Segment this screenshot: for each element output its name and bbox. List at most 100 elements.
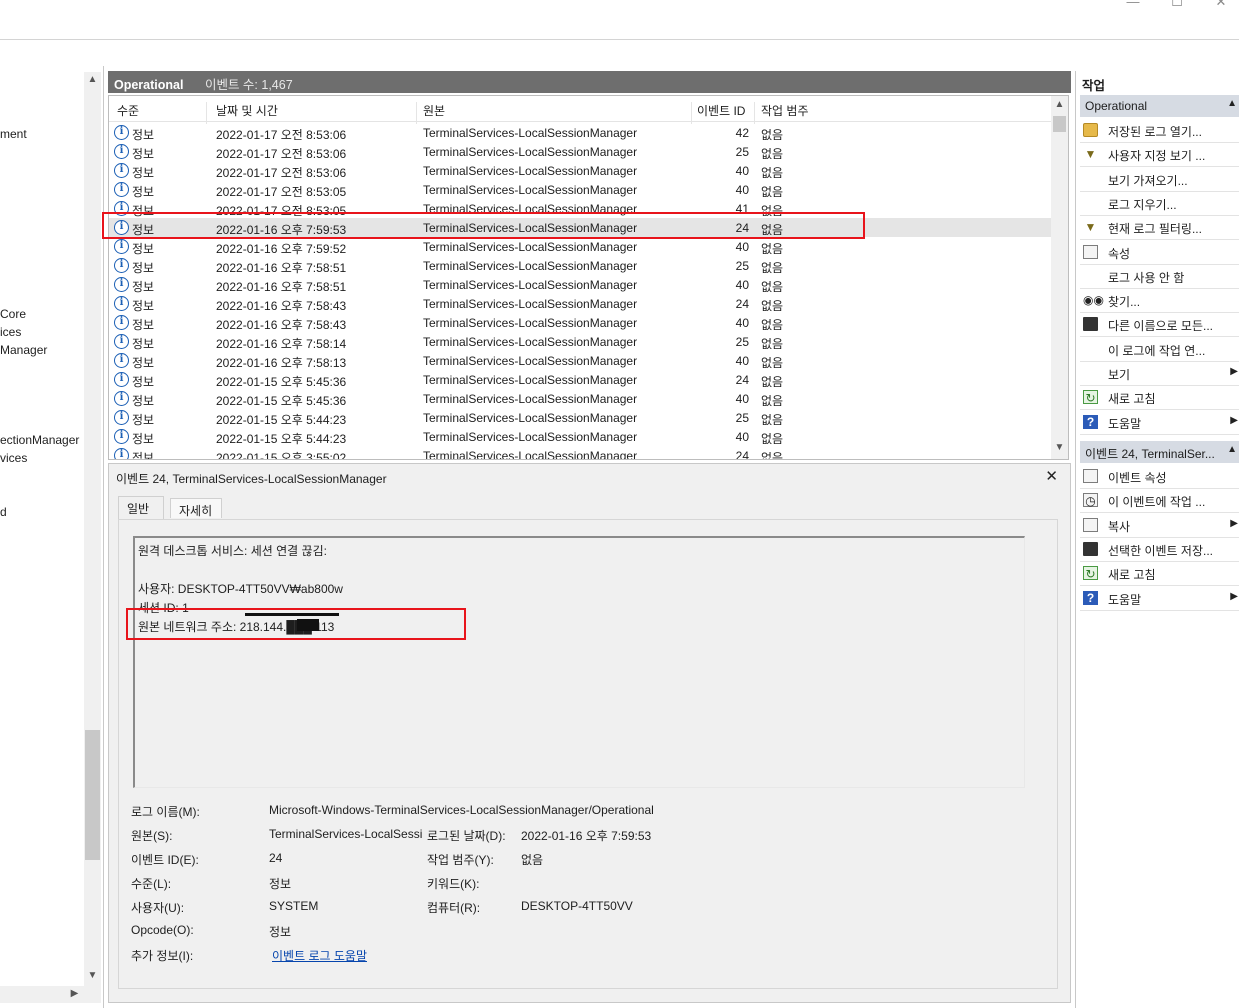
cell-source: TerminalServices-LocalSessionManager [423,259,638,273]
table-row[interactable]: i 정보 2022-01-16 오후 7:58:14 TerminalServices… [109,332,1054,351]
binoculars-icon: ◉◉ [1083,293,1104,308]
action-item[interactable]: 선택한 이벤트 저장... [1080,537,1239,561]
scrollbar-thumb[interactable] [85,730,100,860]
info-icon: i [114,372,129,387]
action-item[interactable]: 로그 사용 안 함 [1080,264,1239,288]
table-row[interactable]: i 정보 2022-01-16 오후 7:58:13 TerminalServices… [109,351,1054,370]
action-label: 도움말 [1108,416,1142,431]
action-item[interactable]: 이 로그에 작업 연... [1080,337,1239,361]
action-item[interactable]: ◉◉ 찾기... [1080,288,1239,312]
scroll-up-arrow-icon[interactable]: ▲ [1051,99,1068,110]
minimize-button[interactable]: — [1118,0,1148,10]
action-label: 다른 이름으로 모든... [1108,319,1213,334]
action-item[interactable]: 속성 [1080,240,1239,264]
table-row[interactable]: i 정보 2022-01-17 오전 8:53:05 TerminalServices… [109,180,1054,199]
collapse-icon[interactable]: ▲ [1227,444,1237,455]
event-log-help-link[interactable]: 이벤트 로그 도움말 [272,947,367,964]
refresh-icon: ↻ [1083,566,1098,581]
action-item[interactable]: 보기 가져오기... [1080,167,1239,191]
cell-level: 정보 [132,185,155,199]
maximize-button[interactable]: ☐ [1162,0,1192,10]
table-row[interactable]: i 정보 2022-01-15 오후 3:55:02 TerminalServices… [109,446,1054,459]
source-value: TerminalServices-LocalSessi [269,827,423,841]
tree-vertical-scrollbar[interactable]: ▲ ▼ [84,72,101,986]
cell-level: 정보 [132,280,155,294]
tab-details[interactable]: 자세히 [170,498,222,518]
scrollbar-thumb[interactable] [1053,116,1066,132]
action-item[interactable]: 복사 ▶ [1080,513,1239,537]
tree-item[interactable]: vices [0,451,27,465]
tree-item[interactable]: Core [0,307,26,321]
action-item[interactable]: ▼ 현재 로그 필터링... [1080,215,1239,239]
table-row[interactable]: i 정보 2022-01-16 오후 7:58:43 TerminalServices… [109,313,1054,332]
event-list[interactable]: 수준 날짜 및 시간 원본 이벤트 ID 작업 범주 i 정보 2022-01-17… [108,95,1069,460]
column-separator[interactable] [416,102,417,124]
column-separator[interactable] [206,102,207,124]
cell-category: 없음 [761,356,784,370]
event-message-box[interactable]: 원격 데스크톱 서비스: 세션 연결 끊김: 사용자: DESKTOP-4TT5… [133,536,1025,788]
tree-item[interactable]: ment [0,127,27,141]
scroll-right-arrow-icon[interactable]: ▶ [66,988,83,999]
tab-general[interactable]: 일반 [118,496,164,519]
tree-horizontal-scrollbar[interactable]: ▶ [0,986,101,1003]
cell-source: TerminalServices-LocalSessionManager [423,316,638,330]
section-operational[interactable]: Operational ▲ [1080,95,1239,117]
collapse-icon[interactable]: ▲ [1227,98,1237,109]
tree-item[interactable]: Manager [0,343,47,357]
column-task-category[interactable]: 작업 범주 [761,102,809,119]
action-item[interactable]: 저장된 로그 열기... [1080,118,1239,142]
column-separator[interactable] [691,102,692,124]
action-item[interactable]: 로그 지우기... [1080,191,1239,215]
section-event[interactable]: 이벤트 24, TerminalSer... ▲ [1080,441,1239,463]
scroll-down-arrow-icon[interactable]: ▼ [84,970,101,981]
table-row[interactable]: i 정보 2022-01-16 오후 7:58:43 TerminalServices… [109,294,1054,313]
column-event-id[interactable]: 이벤트 ID [697,102,745,119]
table-row[interactable]: i 정보 2022-01-17 오전 8:53:06 TerminalServices… [109,161,1054,180]
column-date[interactable]: 날짜 및 시간 [216,102,278,119]
message-title: 원격 데스크톱 서비스: 세션 연결 끊김: [138,544,327,558]
scroll-down-arrow-icon[interactable]: ▼ [1051,442,1068,453]
cell-event-id: 24 [735,297,749,311]
cell-source: TerminalServices-LocalSessionManager [423,430,638,444]
close-icon[interactable]: ✕ [1045,467,1058,485]
table-row[interactable]: i 정보 2022-01-15 오후 5:44:23 TerminalServices… [109,408,1054,427]
table-row[interactable]: i 정보 2022-01-17 오전 8:53:06 TerminalServices… [109,142,1054,161]
tree-item[interactable]: d [0,505,7,519]
cell-date: 2022-01-16 오후 7:58:14 [216,337,347,351]
action-item[interactable]: ▼ 사용자 지정 보기 ... [1080,142,1239,166]
address-highlight [126,608,466,640]
action-item[interactable]: 보기 ▶ [1080,361,1239,385]
action-item[interactable]: ? 도움말 ▶ [1080,586,1239,610]
scroll-up-arrow-icon[interactable]: ▲ [84,74,101,85]
table-row[interactable]: i 정보 2022-01-15 오후 5:45:36 TerminalServices… [109,370,1054,389]
cell-source: TerminalServices-LocalSessionManager [423,373,638,387]
tree-item[interactable]: ices [0,325,21,339]
action-label: 저장된 로그 열기... [1108,125,1202,139]
column-source[interactable]: 원본 [423,102,445,119]
logged-value: 2022-01-16 오후 7:59:53 [521,829,652,843]
table-row[interactable]: i 정보 2022-01-16 오후 7:59:52 TerminalServices… [109,237,1054,256]
action-item[interactable]: ◷ 이 이벤트에 작업 ... [1080,488,1239,512]
action-item[interactable]: 이벤트 속성 [1080,464,1239,488]
table-row[interactable]: i 정보 2022-01-16 오후 7:58:51 TerminalServices… [109,275,1054,294]
table-row[interactable]: i 정보 2022-01-15 오후 5:45:36 TerminalServices… [109,389,1054,408]
list-vertical-scrollbar[interactable]: ▲ ▼ [1051,96,1068,459]
action-item[interactable]: ↻ 새로 고침 [1080,385,1239,409]
table-row[interactable]: i 정보 2022-01-15 오후 5:44:23 TerminalServices… [109,427,1054,446]
action-item[interactable]: ↻ 새로 고침 [1080,561,1239,585]
column-level[interactable]: 수준 [117,102,139,119]
action-item[interactable]: ? 도움말 ▶ [1080,410,1239,434]
close-window-button[interactable]: ✕ [1206,0,1236,10]
action-item[interactable]: 다른 이름으로 모든... [1080,312,1239,336]
cell-event-id: 40 [735,240,749,254]
tree-item[interactable]: ectionManager [0,433,79,447]
column-separator[interactable] [754,102,755,124]
event-id-label: 이벤트 ID(E): [131,853,199,867]
table-row[interactable]: i 정보 2022-01-16 오후 7:58:51 TerminalServices… [109,256,1054,275]
cell-date: 2022-01-17 오전 8:53:06 [216,166,347,180]
table-row[interactable]: i 정보 2022-01-17 오전 8:53:06 TerminalServices… [109,123,1054,142]
opcode-value: 정보 [269,925,292,939]
help-icon: ? [1083,590,1098,605]
log-name: Operational [114,78,184,92]
action-label: 로그 지우기... [1108,197,1177,212]
